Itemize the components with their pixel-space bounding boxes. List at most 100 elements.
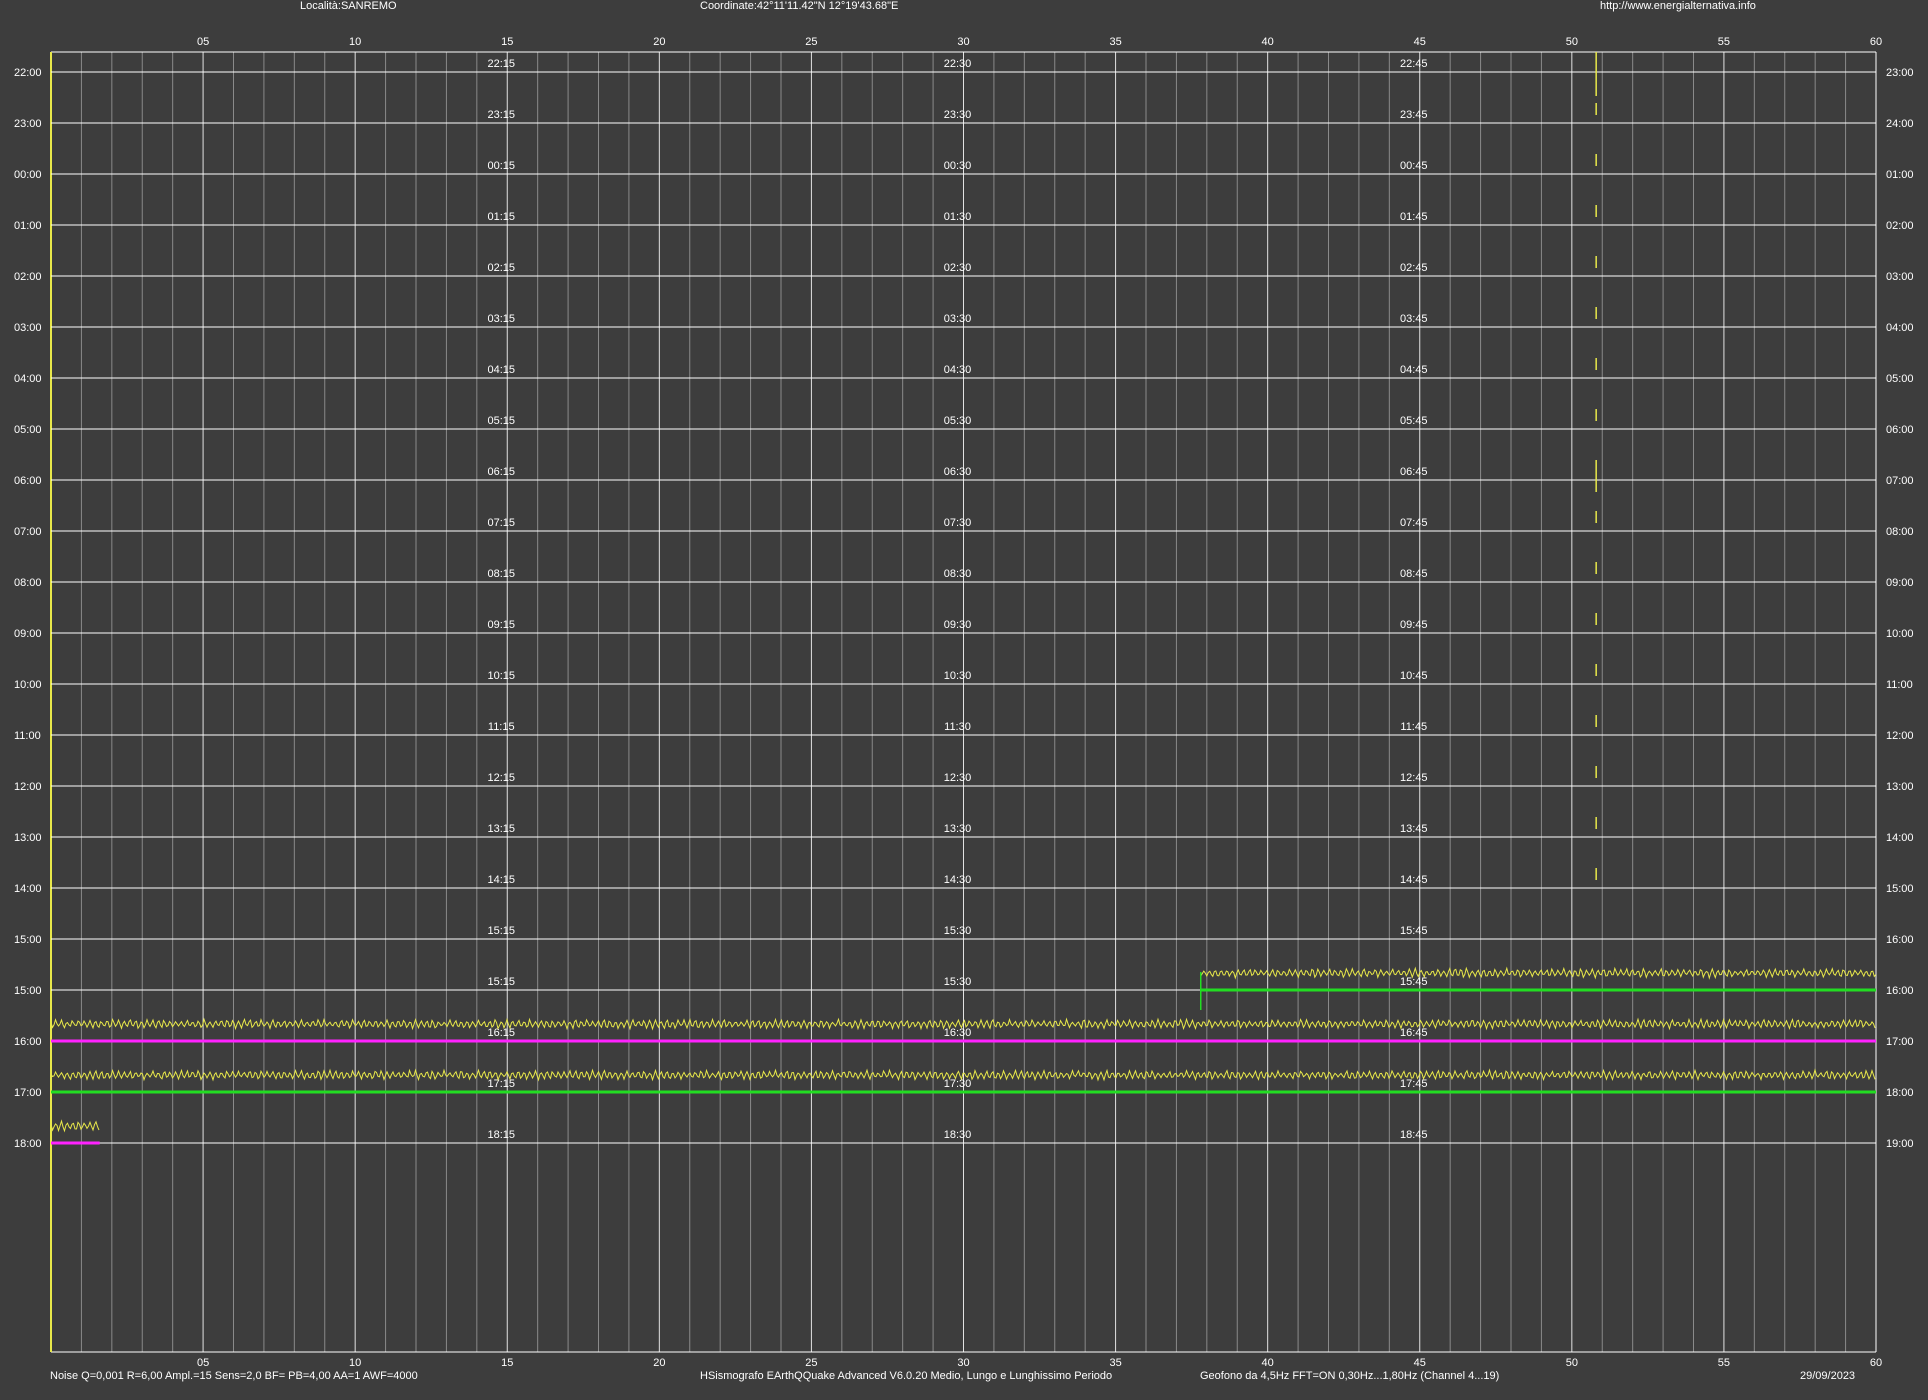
quarter-label: 07:45: [1400, 517, 1428, 529]
quarter-label: 13:30: [944, 823, 972, 835]
hour-label-right: 02:00: [1886, 220, 1914, 232]
quarter-label: 16:45: [1400, 1027, 1428, 1039]
hour-label-left: 09:00: [14, 628, 42, 640]
hour-label-right: 19:00: [1886, 1138, 1914, 1150]
hour-label-left: 07:00: [14, 526, 42, 538]
quarter-label: 10:15: [487, 670, 515, 682]
quarter-label: 03:45: [1400, 313, 1428, 325]
hour-label-right: 16:00: [1886, 985, 1914, 997]
quarter-label: 07:30: [944, 517, 972, 529]
hour-label-right: 14:00: [1886, 832, 1914, 844]
date-label: 29/09/2023: [1800, 1370, 1856, 1382]
hour-label-right: 13:00: [1886, 781, 1914, 793]
quarter-label: 02:45: [1400, 262, 1428, 274]
quarter-label: 15:15: [487, 976, 515, 988]
x-tick-labels: 05 05 10 10 15 15 20 20 25 25 30 30 35 35 40 40 45 45 50 50…: [197, 36, 1882, 1369]
hour-label-left: 16:00: [14, 1036, 42, 1048]
hour-label-right: 04:00: [1886, 322, 1914, 334]
hour-label-left: 10:00: [14, 679, 42, 691]
x-tick-label-bottom: 35: [1109, 1357, 1121, 1369]
quarter-label: 02:15: [487, 262, 515, 274]
quarter-label: 22:45: [1400, 58, 1428, 70]
quarter-label: 13:45: [1400, 823, 1428, 835]
quarter-label: 02:30: [944, 262, 972, 274]
noise-params-label: Noise Q=0,001 R=6,00 Ampl.=15 Sens=2,0 B…: [50, 1370, 418, 1382]
quarter-label: 04:45: [1400, 364, 1428, 376]
quarter-label: 00:45: [1400, 160, 1428, 172]
hour-label-left: 05:00: [14, 424, 42, 436]
hour-label-left: 22:00: [14, 67, 42, 79]
hour-label-left: 12:00: [14, 781, 42, 793]
quarter-label: 08:15: [487, 568, 515, 580]
hour-label-left: 00:00: [14, 169, 42, 181]
x-tick-label-top: 50: [1566, 36, 1578, 48]
quarter-label: 09:15: [487, 619, 515, 631]
hour-label-right: 12:00: [1886, 730, 1914, 742]
quarter-label: 23:45: [1400, 109, 1428, 121]
quarter-label: 14:30: [944, 874, 972, 886]
hour-label-left: 08:00: [14, 577, 42, 589]
hour-label-right: 23:00: [1886, 67, 1914, 79]
x-tick-label-bottom: 25: [805, 1357, 817, 1369]
x-tick-label-bottom: 40: [1262, 1357, 1274, 1369]
hour-label-right: 11:00: [1886, 679, 1913, 691]
quarter-label: 07:15: [487, 517, 515, 529]
quarter-label: 18:15: [487, 1129, 515, 1141]
hour-label-left: 03:00: [14, 322, 42, 334]
quarter-label: 15:30: [944, 925, 972, 937]
x-tick-label-top: 45: [1414, 36, 1426, 48]
hour-label-right: 10:00: [1886, 628, 1914, 640]
x-tick-label-bottom: 50: [1566, 1357, 1578, 1369]
quarter-label: 06:45: [1400, 466, 1428, 478]
quarter-label: 11:15: [488, 721, 515, 733]
quarter-label: 04:15: [487, 364, 515, 376]
quarter-label: 03:30: [944, 313, 972, 325]
quarter-label: 00:15: [487, 160, 515, 172]
hour-label-left: 06:00: [14, 475, 42, 487]
hour-label-left: 23:00: [14, 118, 42, 130]
quarter-label: 03:15: [487, 313, 515, 325]
seismic-trace: [50, 1119, 100, 1133]
quarter-label: 18:45: [1400, 1129, 1428, 1141]
hour-label-right: 05:00: [1886, 373, 1914, 385]
x-tick-label-top: 20: [653, 36, 665, 48]
quarter-label: 06:30: [944, 466, 972, 478]
quarter-label: 01:15: [487, 211, 515, 223]
x-tick-label-bottom: 20: [653, 1357, 665, 1369]
quarter-label: 01:45: [1400, 211, 1428, 223]
quarter-label: 10:45: [1400, 670, 1428, 682]
hour-label-left: 15:00: [14, 934, 42, 946]
x-tick-label-bottom: 45: [1414, 1357, 1426, 1369]
quarter-label: 15:15: [487, 925, 515, 937]
quarter-label: 14:15: [487, 874, 515, 886]
x-tick-label-bottom: 60: [1870, 1357, 1882, 1369]
hour-label-right: 24:00: [1886, 118, 1914, 130]
x-tick-label-bottom: 10: [349, 1357, 361, 1369]
x-tick-label-top: 15: [501, 36, 513, 48]
hour-label-right: 01:00: [1886, 169, 1914, 181]
quarter-label: 23:15: [487, 109, 515, 121]
x-tick-label-top: 40: [1262, 36, 1274, 48]
quarter-label: 01:30: [944, 211, 972, 223]
hour-label-right: 08:00: [1886, 526, 1914, 538]
quarter-label: 16:15: [487, 1027, 515, 1039]
quarter-label: 08:45: [1400, 568, 1428, 580]
quarter-label: 09:30: [944, 619, 972, 631]
hour-label-right: 07:00: [1886, 475, 1914, 487]
hour-label-right: 18:00: [1886, 1087, 1914, 1099]
quarter-label: 11:45: [1400, 721, 1427, 733]
quarter-label: 12:45: [1400, 772, 1428, 784]
quarter-label: 06:15: [487, 466, 515, 478]
quarter-label: 23:30: [944, 109, 972, 121]
x-tick-label-top: 05: [197, 36, 209, 48]
x-tick-label-top: 60: [1870, 36, 1882, 48]
quarter-label: 05:45: [1400, 415, 1428, 427]
quarter-label: 22:30: [944, 58, 972, 70]
hour-label-left: 15:00: [14, 985, 42, 997]
quarter-label: 04:30: [944, 364, 972, 376]
hour-label-left: 11:00: [14, 730, 41, 742]
hour-label-left: 14:00: [14, 883, 42, 895]
hour-label-right: 09:00: [1886, 577, 1914, 589]
x-tick-label-top: 25: [805, 36, 817, 48]
quarter-label: 13:15: [487, 823, 515, 835]
